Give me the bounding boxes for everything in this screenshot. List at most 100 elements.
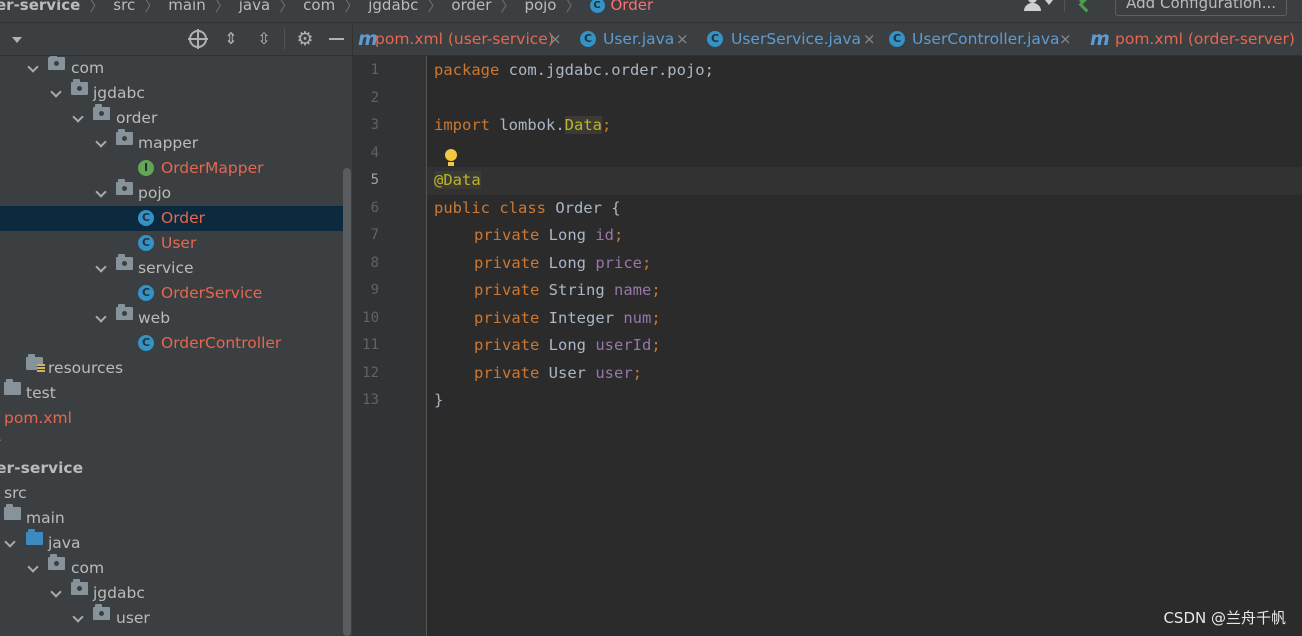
minimize-icon[interactable] bbox=[327, 29, 347, 49]
tree-item[interactable]: com bbox=[0, 554, 343, 581]
code-token: lombok. bbox=[490, 116, 565, 134]
line-number: 7 bbox=[370, 227, 379, 243]
close-icon[interactable]: × bbox=[549, 23, 562, 55]
tree-item[interactable]: main bbox=[0, 504, 343, 531]
code-editor[interactable]: 1 2 3 4 5 6 7 8 9 10 11 12 13 package co… bbox=[353, 56, 1302, 636]
line-number: 11 bbox=[362, 337, 379, 353]
breadcrumb-java[interactable]: java bbox=[239, 0, 270, 14]
breadcrumb-src[interactable]: src bbox=[113, 0, 135, 14]
tab-pom-order-server[interactable]: m pom.xml (order-server) bbox=[1090, 23, 1302, 55]
tree-item[interactable]: com bbox=[0, 56, 343, 81]
code-token: name bbox=[614, 281, 652, 299]
code-line: private Integer num; bbox=[474, 305, 1302, 333]
tree-item-selected[interactable]: C Order bbox=[0, 206, 343, 231]
tree-item[interactable]: user bbox=[0, 604, 343, 631]
tree-item-label: OrderService bbox=[161, 284, 263, 302]
tab-userservice-java[interactable]: C UserService.java × bbox=[706, 23, 886, 55]
code-token: Order { bbox=[545, 198, 621, 217]
package-icon bbox=[93, 104, 110, 120]
tree-item[interactable]: jgdabc bbox=[0, 579, 343, 606]
breadcrumb-current[interactable]: Order bbox=[611, 0, 654, 14]
tree-item-label: pojo bbox=[138, 184, 172, 202]
tab-user-java[interactable]: C User.java × bbox=[579, 23, 699, 55]
package-icon bbox=[48, 56, 65, 70]
tree-item[interactable]: jgdabc bbox=[0, 79, 343, 106]
code-token: private bbox=[474, 253, 540, 272]
close-icon[interactable]: × bbox=[676, 23, 689, 55]
tree-item[interactable]: web bbox=[0, 304, 343, 331]
project-scrollbar[interactable] bbox=[343, 168, 351, 636]
lightbulb-icon[interactable] bbox=[445, 149, 457, 166]
tree-item-label: Order bbox=[161, 209, 206, 227]
close-icon[interactable]: × bbox=[863, 23, 876, 55]
breadcrumb: er-service 〉 src 〉 main 〉 java 〉 com 〉 j… bbox=[0, 0, 653, 16]
tree-item[interactable]: I OrderMapper bbox=[0, 156, 343, 181]
tree-item-label: jgdabc bbox=[93, 584, 145, 602]
locate-icon[interactable] bbox=[188, 29, 208, 49]
tree-item[interactable]: r bbox=[0, 431, 343, 456]
code-line: } bbox=[434, 387, 1302, 415]
chevron-down-icon[interactable] bbox=[72, 106, 84, 131]
package-icon bbox=[116, 179, 133, 195]
line-number: 10 bbox=[362, 309, 379, 326]
breadcrumb-project[interactable]: er-service bbox=[0, 0, 80, 14]
code-token: Integer bbox=[548, 308, 614, 327]
code-token: import bbox=[434, 116, 490, 134]
tree-item-label: mapper bbox=[138, 134, 199, 152]
code-token: public class bbox=[434, 198, 546, 217]
tree-item[interactable]: C User bbox=[0, 231, 343, 256]
tree-item[interactable]: C OrderController bbox=[0, 331, 343, 356]
chevron-down-icon[interactable] bbox=[27, 56, 39, 81]
tree-item[interactable]: java bbox=[0, 529, 343, 556]
chevron-down-icon[interactable] bbox=[95, 306, 107, 331]
tree-item[interactable]: test bbox=[0, 379, 343, 406]
breadcrumb-jgdabc[interactable]: jgdabc bbox=[368, 0, 418, 14]
tree-item-label: com bbox=[71, 59, 105, 77]
tree-item-label: java bbox=[48, 534, 81, 552]
breadcrumb-separator: 〉 bbox=[214, 0, 230, 15]
code-line-current: @Data bbox=[427, 167, 1302, 195]
tree-item[interactable]: mapper bbox=[0, 129, 343, 156]
tree-item[interactable]: er-service bbox=[0, 456, 343, 481]
chevron-down-icon[interactable] bbox=[95, 181, 107, 206]
chevron-down-icon[interactable] bbox=[50, 81, 62, 106]
chevron-down-icon[interactable] bbox=[4, 531, 16, 556]
resources-folder-icon bbox=[26, 354, 45, 372]
code-token: ; bbox=[614, 226, 624, 244]
folder-icon bbox=[4, 379, 21, 395]
breadcrumb-separator: 〉 bbox=[565, 0, 581, 15]
breadcrumb-main[interactable]: main bbox=[168, 0, 205, 14]
chevron-down-icon[interactable] bbox=[95, 256, 107, 281]
package-icon bbox=[48, 554, 65, 570]
chevron-down-icon[interactable] bbox=[95, 131, 107, 156]
breadcrumb-pojo[interactable]: pojo bbox=[524, 0, 556, 14]
add-configuration-button[interactable]: Add Configuration... bbox=[1115, 0, 1287, 16]
user-account-icon[interactable] bbox=[1024, 0, 1054, 12]
tab-usercontroller-java[interactable]: C UserController.java × bbox=[888, 23, 1090, 55]
line-number: 13 bbox=[362, 392, 379, 408]
chevron-down-icon[interactable] bbox=[50, 581, 62, 606]
breadcrumb-com[interactable]: com bbox=[303, 0, 335, 14]
tree-item[interactable]: order bbox=[0, 104, 343, 131]
tree-item[interactable]: pojo bbox=[0, 179, 343, 206]
tree-item[interactable]: pom.xml bbox=[0, 406, 343, 431]
tab-pom-user-service[interactable]: m pom.xml (user-service) × bbox=[353, 23, 573, 55]
tree-item[interactable]: C OrderService bbox=[0, 281, 343, 306]
tree-item[interactable]: src bbox=[0, 481, 343, 506]
expand-all-icon[interactable]: ⇕ bbox=[221, 29, 241, 49]
navigation-bar: er-service 〉 src 〉 main 〉 java 〉 com 〉 j… bbox=[0, 0, 1302, 23]
build-hammer-icon[interactable] bbox=[1064, 0, 1103, 12]
chevron-down-icon[interactable] bbox=[27, 556, 39, 581]
line-number: 8 bbox=[370, 254, 379, 271]
tree-item[interactable]: resources bbox=[0, 354, 343, 381]
gear-icon[interactable]: ⚙ bbox=[295, 29, 315, 49]
chevron-down-icon[interactable] bbox=[72, 606, 84, 631]
breadcrumb-separator: 〉 bbox=[500, 0, 516, 15]
close-icon[interactable]: × bbox=[1059, 23, 1072, 55]
dropdown-icon[interactable] bbox=[8, 29, 28, 49]
code-token: num bbox=[623, 308, 652, 327]
tree-item[interactable]: service bbox=[0, 254, 343, 281]
code-area[interactable]: package com.jgdabc.order.pojo; import lo… bbox=[427, 56, 1302, 636]
breadcrumb-order[interactable]: order bbox=[451, 0, 491, 14]
collapse-all-icon[interactable]: ⇳ bbox=[254, 29, 274, 49]
